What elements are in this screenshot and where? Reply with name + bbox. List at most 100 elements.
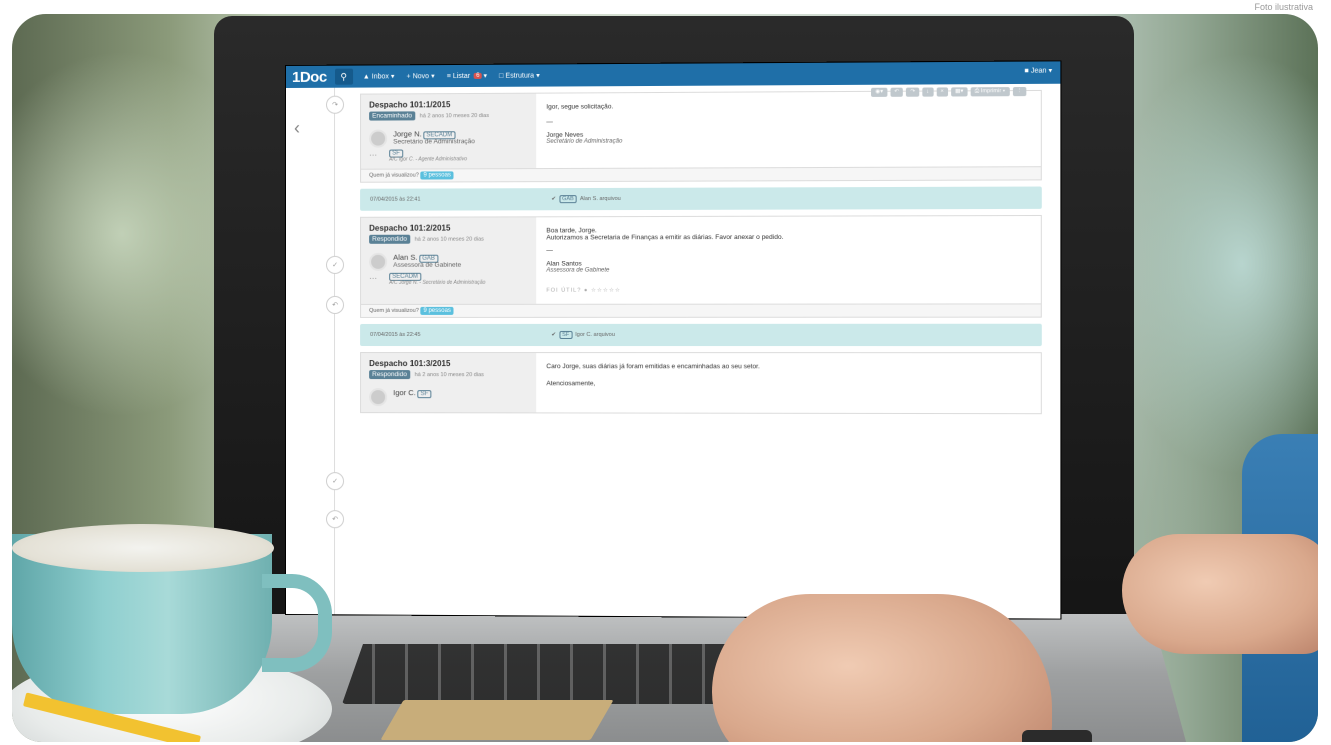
- document-title[interactable]: Despacho 101:3/2015: [369, 359, 528, 368]
- caret-down-icon: ▾: [484, 72, 488, 80]
- time-ago: há 2 anos 10 meses 20 dias: [415, 237, 484, 243]
- event-date: 07/04/2015 às 22:41: [370, 196, 551, 203]
- sender-name[interactable]: Jorge N.: [393, 129, 421, 138]
- recipient-attention: A/C Igor C. - Agente Administrativo: [389, 156, 467, 162]
- avatar: [369, 130, 387, 148]
- viewed-by: Quem já visualizou? 9 pessoas: [360, 304, 1042, 318]
- avatar: [369, 253, 387, 271]
- sender-role: Secretário de Administração: [393, 138, 475, 145]
- rating: FOI ÚTIL? ● ☆☆☆☆☆: [546, 287, 1030, 294]
- user-icon: ■: [1024, 68, 1028, 75]
- sender-role: Assessora de Gabinete: [393, 262, 461, 269]
- card-body: Caro Jorge, suas diárias já foram emitid…: [536, 353, 1041, 413]
- nav-novo[interactable]: + Novo ▾: [407, 72, 435, 80]
- paper-card: [380, 700, 613, 740]
- listar-count-badge: 6: [474, 73, 481, 79]
- signature-role: Secretário de Administração: [546, 137, 1030, 145]
- right-hand: [1122, 534, 1318, 654]
- search-icon: ⚲: [340, 71, 347, 82]
- sender-name[interactable]: Igor C.: [393, 388, 416, 397]
- sender-tag: SF: [417, 390, 431, 398]
- caret-down-icon: ▾: [536, 72, 540, 80]
- document-timeline: ‹ ↷ ◉▾ ↶ ↷ ↓ × ▦▾ ⎙ Imprimir ▾ ⋮ Despach…: [286, 84, 1060, 414]
- left-hand: [712, 594, 1052, 742]
- card-meta: Despacho 101:3/2015 Respondido há 2 anos…: [361, 353, 536, 412]
- reply-button[interactable]: ↶: [890, 88, 903, 97]
- check-icon: ✓: [326, 256, 344, 274]
- check-icon: ✔: [551, 332, 556, 338]
- despacho-card: ◉▾ ↶ ↷ ↓ × ▦▾ ⎙ Imprimir ▾ ⋮ Despacho 10…: [360, 90, 1042, 170]
- nav-inbox[interactable]: ▲ Inbox ▾: [363, 72, 395, 80]
- caret-down-icon: ▾: [391, 72, 395, 80]
- time-ago: há 2 anos 10 meses 20 dias: [415, 372, 484, 378]
- card-meta: Despacho 101:1/2015 Encaminhado há 2 ano…: [361, 94, 536, 169]
- closing-text: Atenciosamente,: [546, 380, 1030, 388]
- viewed-count-badge[interactable]: 9 pessoas: [420, 171, 454, 179]
- nav-estrutura[interactable]: □ Estrutura ▾: [499, 72, 540, 80]
- org-structure-icon: ⋯: [369, 274, 383, 284]
- user-menu[interactable]: ■ Jean ▾: [1024, 67, 1052, 75]
- message-text: Autorizamos a Secretaria de Finanças a e…: [546, 233, 1030, 241]
- despacho-card: Despacho 101:3/2015 Respondido há 2 anos…: [360, 352, 1042, 414]
- rating-label: FOI ÚTIL?: [546, 288, 581, 294]
- inbox-icon: ▲: [363, 73, 370, 80]
- list-icon: ≡: [447, 73, 451, 80]
- event-text: Alan S. arquivou: [580, 196, 621, 202]
- avatar: [369, 388, 387, 406]
- timeline-line: [334, 88, 335, 619]
- status-label: Respondido: [369, 235, 410, 244]
- status-label: Encaminhado: [369, 111, 415, 120]
- reply-icon: ↶: [326, 296, 344, 314]
- photo-caption: Foto ilustrativa: [1254, 2, 1313, 12]
- print-button[interactable]: ⎙ Imprimir ▾: [971, 87, 1010, 96]
- coffee-cup-rim: [12, 524, 274, 572]
- org-structure-icon: ⋯: [369, 151, 383, 161]
- back-arrow-icon[interactable]: ‹: [294, 118, 300, 139]
- recipient-attention: A/C Jorge N. - Secretário de Administraç…: [389, 280, 485, 286]
- check-icon: ✓: [326, 472, 344, 490]
- calendar-button[interactable]: ▦▾: [951, 87, 967, 96]
- document-title[interactable]: Despacho 101:2/2015: [369, 223, 528, 232]
- check-icon: ✔: [551, 196, 556, 202]
- message-text: Caro Jorge, suas diárias já foram emitid…: [546, 363, 1030, 370]
- search-button[interactable]: ⚲: [335, 69, 353, 85]
- viewed-by: Quem já visualizou? 9 pessoas: [360, 167, 1042, 183]
- menu-button[interactable]: ⋮: [1012, 87, 1026, 96]
- event-tag: GAB: [559, 195, 577, 203]
- card-body: Igor, segue solicitação. — Jorge Neves S…: [536, 91, 1041, 168]
- download-button[interactable]: ↓: [922, 87, 933, 96]
- wristwatch: [1022, 730, 1092, 742]
- forward-button[interactable]: ↷: [906, 88, 919, 97]
- card-toolbar: ◉▾ ↶ ↷ ↓ × ▦▾ ⎙ Imprimir ▾ ⋮: [871, 87, 1026, 97]
- nav-listar[interactable]: ≡ Listar 6 ▾: [447, 72, 487, 80]
- recipient: ⋯ SECADM A/C Jorge N. - Secretário de Ad…: [369, 274, 528, 286]
- recipient: ⋯ SF A/C Igor C. - Agente Administrativo: [369, 150, 528, 163]
- sender: Igor C. SF: [369, 388, 528, 406]
- forward-icon: ↷: [326, 96, 344, 114]
- despacho-card: Despacho 101:2/2015 Respondido há 2 anos…: [360, 215, 1042, 305]
- time-ago: há 2 anos 10 meses 20 dias: [420, 113, 489, 119]
- print-icon: ⎙: [975, 88, 980, 94]
- document-title[interactable]: Despacho 101:1/2015: [369, 100, 528, 110]
- archive-event: 07/04/2015 às 22:45 ✔ SF Igor C. arquivo…: [360, 324, 1042, 346]
- event-text: Igor C. arquivou: [575, 332, 615, 338]
- info-icon: ●: [584, 288, 588, 294]
- sender: Jorge N. SECADM Secretário de Administra…: [369, 129, 528, 148]
- event-date: 07/04/2015 às 22:45: [370, 332, 551, 338]
- sender: Alan S. GAB Assessora de Gabinete: [369, 253, 528, 271]
- app-logo[interactable]: 1Doc: [292, 68, 327, 85]
- signature-role: Assessora de Gabinete: [546, 267, 1030, 274]
- caret-down-icon: ▾: [431, 72, 435, 80]
- coffee-cup-handle: [262, 574, 332, 672]
- close-button[interactable]: ×: [936, 87, 948, 96]
- archive-event: 07/04/2015 às 22:41 ✔ GAB Alan S. arquiv…: [360, 187, 1042, 211]
- plus-icon: +: [407, 73, 411, 80]
- viewed-count-badge[interactable]: 9 pessoas: [420, 307, 454, 315]
- message-text: Igor, segue solicitação.: [546, 101, 1030, 111]
- laptop-screen: 1Doc ⚲ ▲ Inbox ▾ + Novo ▾ ≡ Listar 6 ▾ □ Estrutu…: [286, 61, 1060, 618]
- structure-icon: □: [499, 72, 503, 79]
- star-rating[interactable]: ☆☆☆☆☆: [591, 288, 621, 294]
- event-tag: SF: [559, 331, 572, 339]
- tag-button[interactable]: ◉▾: [871, 88, 887, 97]
- sender-name[interactable]: Alan S.: [393, 253, 417, 262]
